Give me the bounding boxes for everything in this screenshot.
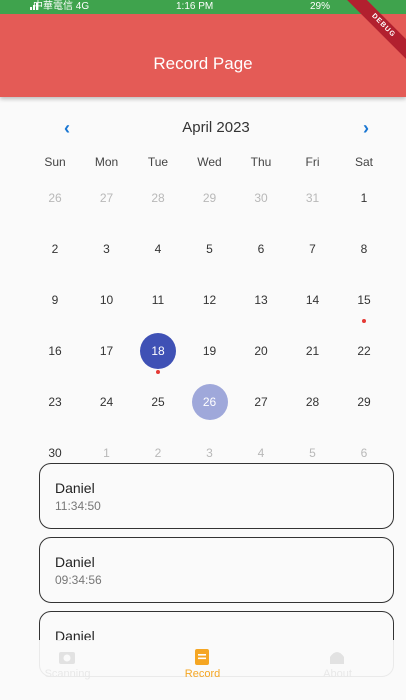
carrier-label: 中華電信 4G bbox=[33, 1, 90, 12]
calendar-header: April 2023 ‹ › bbox=[38, 114, 372, 144]
phone-screen: 中華電信 4G 1:16 PM 29% Record Page DEBUG Ap… bbox=[0, 0, 406, 700]
nav-item-scanning[interactable]: Scanning bbox=[0, 640, 135, 700]
calendar-day[interactable]: 15 bbox=[346, 282, 382, 318]
record-time: 11:34:50 bbox=[55, 499, 101, 513]
record-name: Daniel bbox=[55, 480, 95, 496]
calendar-day[interactable]: 25 bbox=[140, 384, 176, 420]
calendar-day[interactable]: 19 bbox=[192, 333, 228, 369]
calendar-day[interactable]: 26 bbox=[37, 180, 73, 216]
weekday-label: Mon bbox=[94, 155, 119, 169]
record-name: Daniel bbox=[55, 554, 95, 570]
weekday-row: Sun Mon Tue Wed Thu Fri Sat bbox=[37, 155, 393, 173]
calendar-day[interactable]: 22 bbox=[346, 333, 382, 369]
calendar-day[interactable]: 11 bbox=[140, 282, 176, 318]
nav-item-about[interactable]: About bbox=[270, 640, 405, 700]
event-marker bbox=[156, 370, 160, 374]
event-marker bbox=[362, 319, 366, 323]
calendar-day[interactable]: 30 bbox=[243, 180, 279, 216]
month-label: April 2023 bbox=[182, 119, 250, 136]
calendar-day[interactable]: 28 bbox=[140, 180, 176, 216]
app-bar: 中華電信 4G 1:16 PM 29% Record Page DEBUG bbox=[0, 0, 406, 97]
calendar-day[interactable]: 27 bbox=[89, 180, 125, 216]
calendar-day[interactable]: 12 bbox=[192, 282, 228, 318]
nav-item-record[interactable]: Record bbox=[135, 640, 270, 700]
nav-label: Scanning bbox=[44, 668, 91, 680]
calendar-day[interactable]: 14 bbox=[295, 282, 331, 318]
nav-label: Record bbox=[184, 668, 221, 680]
record-card[interactable]: Daniel 09:34:56 bbox=[39, 537, 394, 603]
camera-icon bbox=[58, 648, 76, 666]
calendar-day[interactable]: 29 bbox=[346, 384, 382, 420]
calendar-day[interactable]: 21 bbox=[295, 333, 331, 369]
calendar-grid: 26 27 28 29 30 31 1 2 3 4 5 6 7 8 9 10 11 12 13 14 15 16 17 18 1… bbox=[37, 180, 393, 460]
calendar-day[interactable]: 4 bbox=[140, 231, 176, 267]
calendar-day[interactable]: 10 bbox=[89, 282, 125, 318]
calendar-day[interactable]: 17 bbox=[89, 333, 125, 369]
calendar-day[interactable]: 2 bbox=[37, 231, 73, 267]
chevron-right-icon[interactable]: › bbox=[354, 114, 378, 144]
weekday-label: Wed bbox=[197, 155, 222, 169]
calendar-day[interactable]: 31 bbox=[295, 180, 331, 216]
weekday-label: Sat bbox=[354, 155, 373, 169]
calendar-day[interactable]: 5 bbox=[192, 231, 228, 267]
calendar-day[interactable]: 7 bbox=[295, 231, 331, 267]
status-time: 1:16 PM bbox=[176, 1, 214, 12]
weekday-label: Sun bbox=[44, 155, 66, 169]
clipboard-icon bbox=[193, 648, 211, 666]
record-time: 09:34:56 bbox=[55, 573, 102, 587]
weekday-label: Thu bbox=[250, 155, 272, 169]
calendar-day[interactable]: 23 bbox=[37, 384, 73, 420]
calendar-day[interactable]: 24 bbox=[89, 384, 125, 420]
calendar-day[interactable]: 8 bbox=[346, 231, 382, 267]
calendar-day[interactable]: 9 bbox=[37, 282, 73, 318]
calendar-day[interactable]: 16 bbox=[37, 333, 73, 369]
calendar-day[interactable]: 1 bbox=[346, 180, 382, 216]
page-title: Record Page bbox=[153, 54, 253, 73]
nav-label: About bbox=[323, 668, 352, 680]
home-icon bbox=[328, 648, 346, 666]
calendar-day[interactable]: 20 bbox=[243, 333, 279, 369]
calendar-day[interactable]: 27 bbox=[243, 384, 279, 420]
weekday-label: Tue bbox=[147, 155, 169, 169]
calendar-day[interactable]: 29 bbox=[192, 180, 228, 216]
calendar-day[interactable]: 13 bbox=[243, 282, 279, 318]
calendar-day[interactable]: 6 bbox=[243, 231, 279, 267]
battery-label: 29% bbox=[310, 1, 331, 12]
calendar-day[interactable]: 26 bbox=[191, 384, 228, 420]
record-card[interactable]: Daniel 11:34:50 bbox=[39, 463, 394, 529]
status-bar: 中華電信 4G 1:16 PM 29% bbox=[0, 0, 406, 14]
chevron-left-icon[interactable]: ‹ bbox=[55, 114, 79, 144]
calendar-day[interactable]: 28 bbox=[295, 384, 331, 420]
bottom-navigation: Scanning Record About bbox=[0, 640, 406, 700]
calendar-day[interactable]: 3 bbox=[89, 231, 125, 267]
weekday-label: Fri bbox=[305, 155, 320, 169]
calendar-day[interactable]: 18 bbox=[140, 333, 176, 369]
